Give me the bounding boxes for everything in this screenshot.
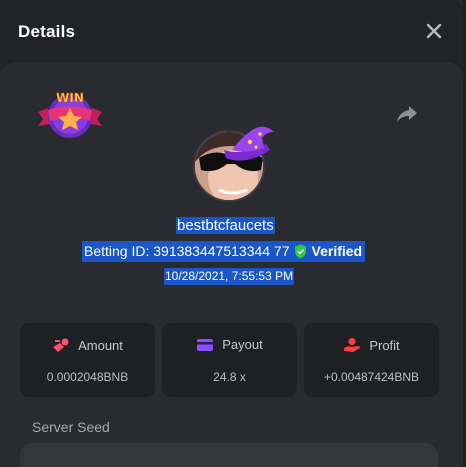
verified-label: Verified [309,241,366,262]
amount-value: 0.0002048BNB [46,370,129,384]
server-seed-label: Server Seed [32,419,110,435]
betting-id-row: Betting ID: 391383447513344 77 Verified [82,241,366,262]
server-seed-field[interactable] [20,443,438,467]
close-icon[interactable] [423,20,445,42]
win-badge: WIN [34,86,106,142]
payout-label: Payout [222,337,263,352]
win-badge-text: WIN [56,91,84,105]
username: bestbtcfaucets [176,217,275,234]
profit-card: Profit +0.00487424BNB [304,323,439,397]
details-dialog: Details WIN bestbtcfaucets Betting ID: 3… [0,0,463,467]
payout-card: Payout 24.8 x [162,323,297,397]
profit-value: +0.00487424BNB [323,370,420,384]
profit-label: Profit [369,337,400,353]
verified-shield-icon [291,241,310,262]
dialog-title: Details [18,22,76,41]
player-avatar [192,120,278,202]
wizard-hat-icon [224,126,274,161]
dialog-header: Details [0,0,463,62]
profit-hand-icon [344,338,361,352]
amount-label: Amount [78,337,123,353]
card-icon [197,338,214,351]
payout-value: 24.8 x [213,370,246,384]
share-arrow-icon[interactable] [396,104,418,124]
betting-id: Betting ID: 391383447513344 77 [82,241,292,262]
coins-icon [53,338,69,352]
amount-card: Amount 0.0002048BNB [20,323,155,397]
bet-date: 10/28/2021, 7:55:53 PM [164,268,295,285]
